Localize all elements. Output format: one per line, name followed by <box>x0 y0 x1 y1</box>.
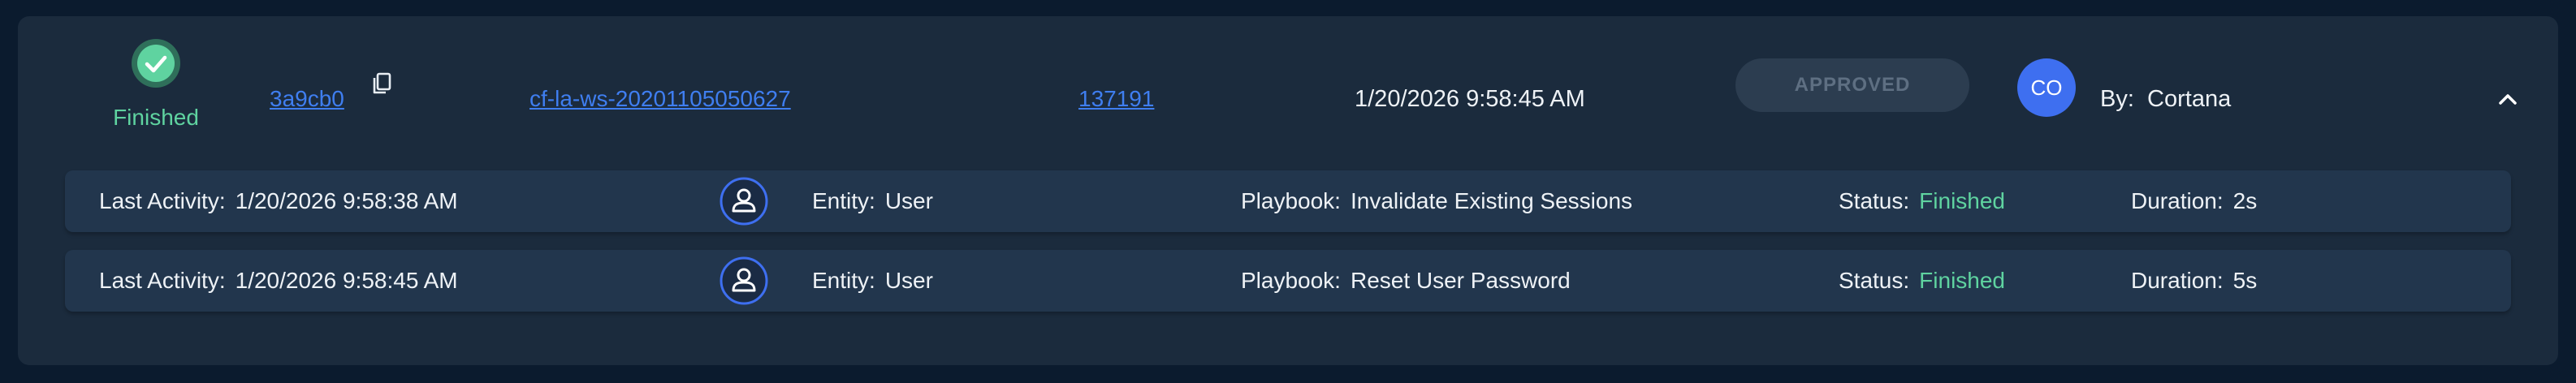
playbook: Playbook: Invalidate Existing Sessions <box>1241 170 1632 232</box>
workspace-link[interactable]: cf-la-ws-20201105050627 <box>529 86 791 112</box>
playbook-value: Invalidate Existing Sessions <box>1350 188 1633 213</box>
commit-id-link[interactable]: 3a9cb0 <box>270 86 344 112</box>
entity-label: Entity: <box>812 188 875 213</box>
run-header[interactable]: Finished 3a9cb0 cf-la-ws-20201105050627 … <box>18 16 2558 154</box>
last-activity-value: 1/20/2026 9:58:45 AM <box>235 268 458 293</box>
duration: Duration: 2s <box>2131 170 2257 232</box>
check-circle-icon <box>132 39 180 88</box>
entity-value: User <box>884 268 933 293</box>
playbook-value: Reset User Password <box>1350 268 1571 293</box>
last-activity: Last Activity: 1/20/2026 9:58:45 AM <box>99 250 458 312</box>
duration-label: Duration: <box>2131 188 2224 213</box>
by-label: By: <box>2100 86 2134 112</box>
status-label: Status: <box>1839 268 1910 293</box>
approved-by: By: Cortana <box>2100 86 2231 113</box>
approved-button[interactable]: APPROVED <box>1735 58 1969 112</box>
playbook-label: Playbook: <box>1241 188 1341 213</box>
duration-label: Duration: <box>2131 268 2224 293</box>
status-value: Finished <box>1919 188 2006 213</box>
chevron-up-icon[interactable] <box>2495 86 2521 112</box>
user-icon <box>720 256 768 305</box>
status-label: Finished <box>113 105 199 130</box>
activity-status: Status: Finished <box>1839 250 2005 312</box>
entity: Entity: User <box>812 170 933 232</box>
activity-row: Last Activity: 1/20/2026 9:58:38 AM Enti… <box>65 170 2511 232</box>
by-name: Cortana <box>2147 86 2232 112</box>
entity: Entity: User <box>812 250 933 312</box>
last-activity-label: Last Activity: <box>99 188 226 213</box>
duration-value: 5s <box>2232 268 2258 293</box>
last-activity-value: 1/20/2026 9:58:38 AM <box>235 188 458 213</box>
last-activity-label: Last Activity: <box>99 268 226 293</box>
incident-number-link[interactable]: 137191 <box>1078 86 1154 112</box>
activity-status: Status: Finished <box>1839 170 2005 232</box>
playbook-label: Playbook: <box>1241 268 1341 293</box>
status-value: Finished <box>1919 268 2006 293</box>
avatar: CO <box>2017 58 2076 117</box>
activity-row: Last Activity: 1/20/2026 9:58:45 AM Enti… <box>65 250 2511 312</box>
duration: Duration: 5s <box>2131 250 2257 312</box>
status-label: Status: <box>1839 188 1910 213</box>
copy-icon[interactable] <box>369 70 396 97</box>
playbook: Playbook: Reset User Password <box>1241 250 1571 312</box>
user-icon <box>720 177 768 226</box>
last-activity: Last Activity: 1/20/2026 9:58:38 AM <box>99 170 458 232</box>
run-card: Finished 3a9cb0 cf-la-ws-20201105050627 … <box>18 16 2558 365</box>
status-column: Finished <box>91 37 221 131</box>
duration-value: 2s <box>2232 188 2258 213</box>
entity-label: Entity: <box>812 268 875 293</box>
entity-value: User <box>884 188 933 213</box>
run-timestamp: 1/20/2026 9:58:45 AM <box>1355 86 1585 112</box>
